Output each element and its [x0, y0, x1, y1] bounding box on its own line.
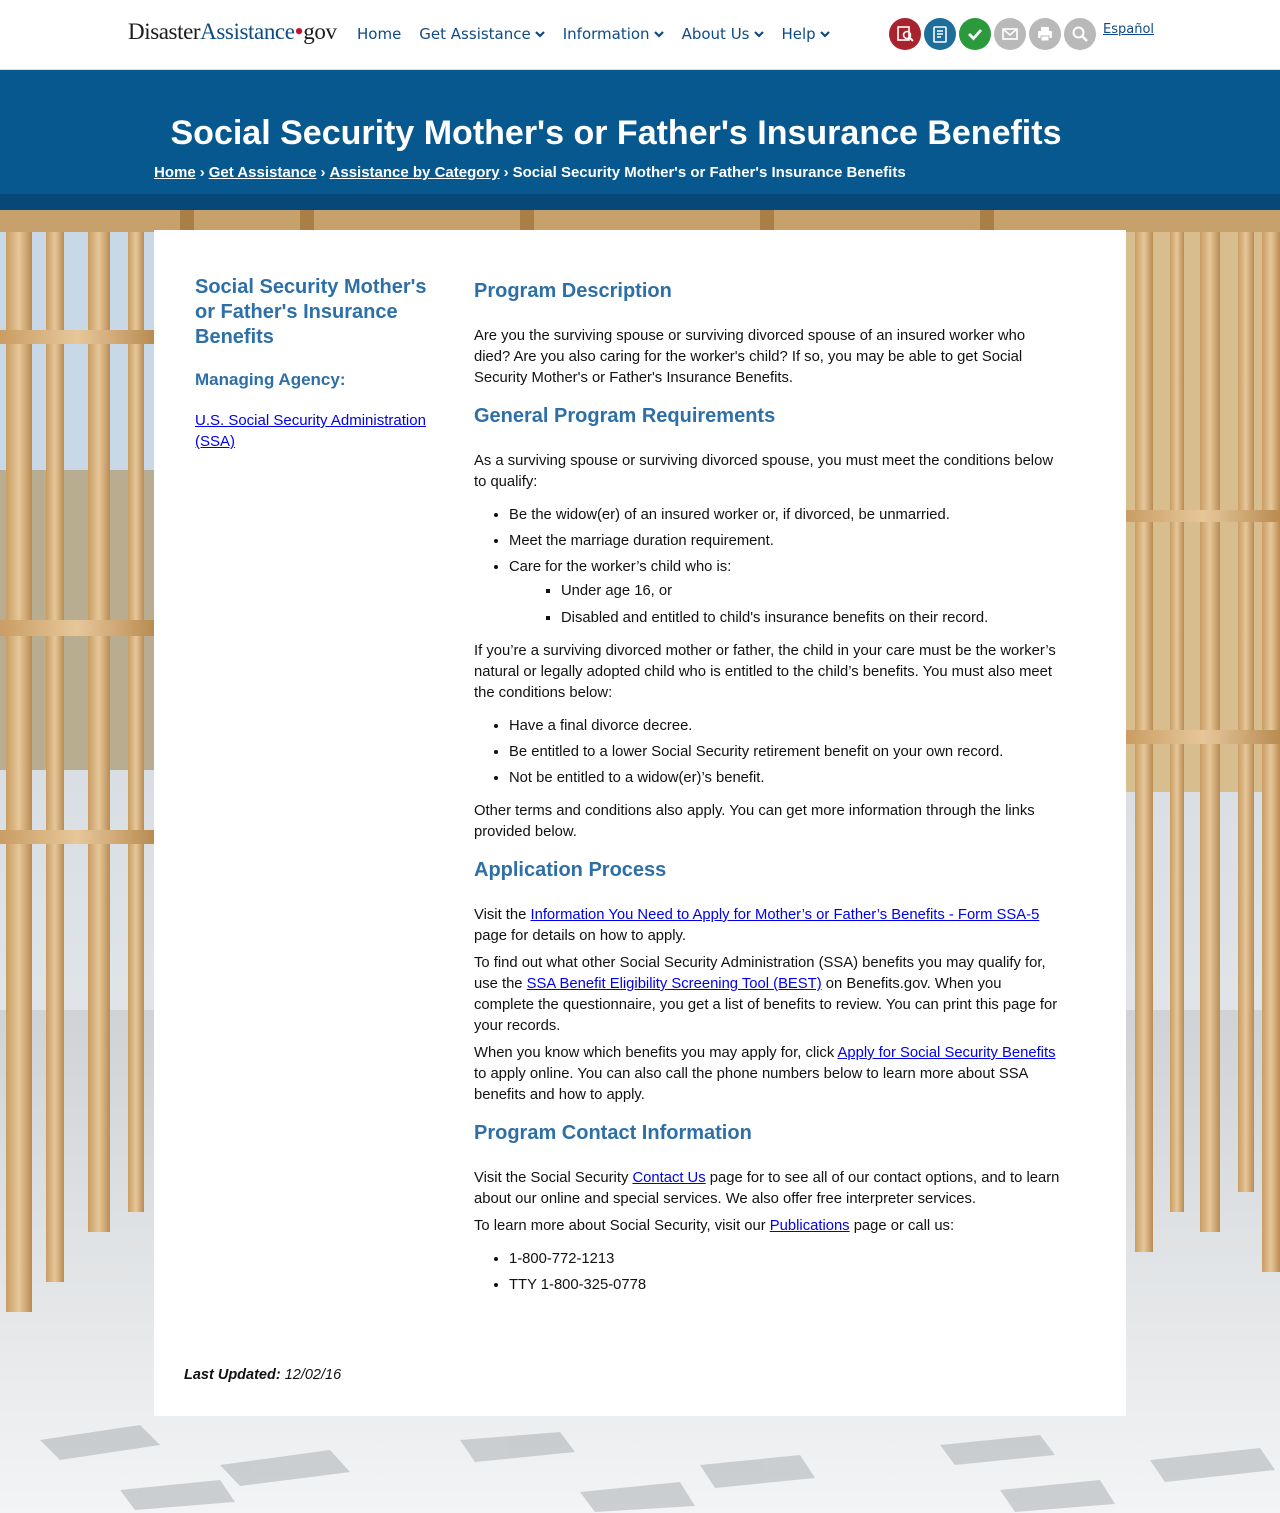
phone-list: 1-800-772-1213 TTY 1-800-325-0778	[509, 1249, 1064, 1296]
site-header: DisasterAssistance•gov Home Get Assistan…	[0, 0, 1280, 70]
main-content: Program Description Are you the survivin…	[474, 278, 1064, 1308]
breadcrumb-home[interactable]: Home	[154, 164, 196, 181]
list-item: Care for the worker’s child who is: Unde…	[509, 557, 1064, 629]
tool-icons	[889, 18, 1096, 50]
breadcrumb-assistance-by-category[interactable]: Assistance by Category	[330, 164, 500, 181]
text: page for details on how to apply.	[474, 928, 686, 944]
program-description-text: Are you the surviving spouse or survivin…	[474, 328, 1026, 386]
logo-dot: •	[294, 17, 304, 46]
banner-strip	[0, 194, 1280, 210]
contact-info-heading: Program Contact Information	[474, 1122, 752, 1144]
check-status-icon[interactable]	[959, 18, 991, 50]
chevron-down-icon	[653, 31, 664, 38]
breadcrumb-get-assistance[interactable]: Get Assistance	[209, 164, 317, 181]
nav-get-assistance-label: Get Assistance	[419, 25, 531, 43]
text: Visit the Social Security	[474, 1170, 633, 1186]
application-paragraph-2: To find out what other Social Security A…	[474, 953, 1064, 1037]
application-process-heading: Application Process	[474, 859, 667, 881]
nav-about-us[interactable]: About Us	[682, 25, 764, 43]
divorced-parent-text: If you’re a surviving divorced mother or…	[474, 643, 1056, 701]
phone-number: 1-800-772-1213	[509, 1249, 1064, 1270]
breadcrumb-separator: ›	[199, 164, 205, 181]
list-item: Be the widow(er) of an insured worker or…	[509, 505, 1064, 526]
list-item: Meet the marriage duration requirement.	[509, 531, 1064, 552]
form-ssa-5-link[interactable]: Information You Need to Apply for Mother…	[530, 907, 1039, 923]
last-updated-label: Last Updated:	[184, 1367, 281, 1383]
logo-part-disaster: Disaster	[128, 19, 201, 44]
contact-paragraph-2: To learn more about Social Security, vis…	[474, 1216, 1064, 1237]
child-conditions-list: Under age 16, or Disabled and entitled t…	[561, 581, 1064, 629]
list-item: Disabled and entitled to child's insuran…	[561, 608, 1064, 629]
best-tool-link[interactable]: SSA Benefit Eligibility Screening Tool (…	[527, 976, 822, 992]
chevron-down-icon	[753, 31, 764, 38]
apply-for-benefits-link[interactable]: Apply for Social Security Benefits	[838, 1045, 1056, 1061]
other-terms-text: Other terms and conditions also apply. Y…	[474, 803, 1035, 840]
nav-help[interactable]: Help	[782, 25, 830, 43]
contact-us-link[interactable]: Contact Us	[632, 1170, 705, 1186]
tty-phone-number: TTY 1-800-325-0778	[509, 1275, 1064, 1296]
breadcrumb-separator: ›	[503, 164, 509, 181]
list-item: Be entitled to a lower Social Security r…	[509, 742, 1064, 763]
nav-help-label: Help	[781, 25, 816, 43]
list-item: Have a final divorce decree.	[509, 716, 1064, 737]
last-updated-date: 12/02/16	[284, 1367, 342, 1383]
requirements-heading: General Program Requirements	[474, 405, 776, 427]
text: To learn more about Social Security, vis…	[474, 1218, 770, 1234]
nav-get-assistance[interactable]: Get Assistance	[419, 25, 545, 43]
text: Visit the	[474, 907, 531, 923]
logo-part-gov: gov	[303, 19, 337, 44]
text: page or call us:	[849, 1218, 955, 1234]
search-icon[interactable]	[1064, 18, 1096, 50]
managing-agency-link[interactable]: U.S. Social Security Administration (SSA…	[195, 410, 435, 452]
nav-about-us-label: About Us	[681, 25, 750, 43]
language-link-espanol[interactable]: Español	[1103, 22, 1154, 37]
page-title: Social Security Mother's or Father's Ins…	[170, 114, 1062, 152]
publications-link[interactable]: Publications	[770, 1218, 850, 1234]
requirements-intro: As a surviving spouse or surviving divor…	[474, 453, 1054, 490]
contact-paragraph-1: Visit the Social Security Contact Us pag…	[474, 1168, 1064, 1210]
text: When you know which benefits you may app…	[474, 1045, 838, 1061]
site-logo[interactable]: DisasterAssistance•gov	[128, 19, 337, 45]
print-icon[interactable]	[1029, 18, 1061, 50]
last-updated: Last Updated: 12/02/16	[184, 1367, 341, 1383]
list-item: Under age 16, or	[561, 581, 1064, 602]
list-item-text: Care for the worker’s child who is:	[509, 559, 732, 575]
divorced-conditions-list: Have a final divorce decree. Be entitled…	[509, 716, 1064, 789]
chevron-down-icon	[819, 31, 830, 38]
application-paragraph-3: When you know which benefits you may app…	[474, 1043, 1064, 1106]
chevron-down-icon	[534, 31, 545, 38]
nav-information[interactable]: Information	[563, 25, 664, 43]
main-nav: Home Get Assistance Information About Us…	[357, 25, 830, 43]
breadcrumb-current: Social Security Mother's or Father's Ins…	[512, 164, 906, 181]
logo-part-assistance: Assistance	[200, 19, 295, 44]
nav-home-label: Home	[357, 25, 402, 43]
nav-home[interactable]: Home	[357, 25, 401, 43]
sidebar: Social Security Mother's or Father's Ins…	[195, 275, 435, 452]
list-item: Not be entitled to a widow(er)’s benefit…	[509, 768, 1064, 789]
application-paragraph-1: Visit the Information You Need to Apply …	[474, 905, 1064, 947]
apply-online-icon[interactable]	[924, 18, 956, 50]
breadcrumb: Home › Get Assistance › Assistance by Catego…	[154, 164, 906, 181]
managing-agency-label: Managing Agency:	[195, 370, 346, 389]
requirements-list: Be the widow(er) of an insured worker or…	[509, 505, 1064, 629]
nav-information-label: Information	[562, 25, 650, 43]
content-card: Social Security Mother's or Father's Ins…	[154, 230, 1126, 1416]
breadcrumb-separator: ›	[320, 164, 326, 181]
email-icon[interactable]	[994, 18, 1026, 50]
program-description-heading: Program Description	[474, 280, 672, 302]
text: to apply online. You can also call the p…	[474, 1066, 1028, 1103]
find-assistance-icon[interactable]	[889, 18, 921, 50]
sidebar-title: Social Security Mother's or Father's Ins…	[195, 276, 427, 348]
